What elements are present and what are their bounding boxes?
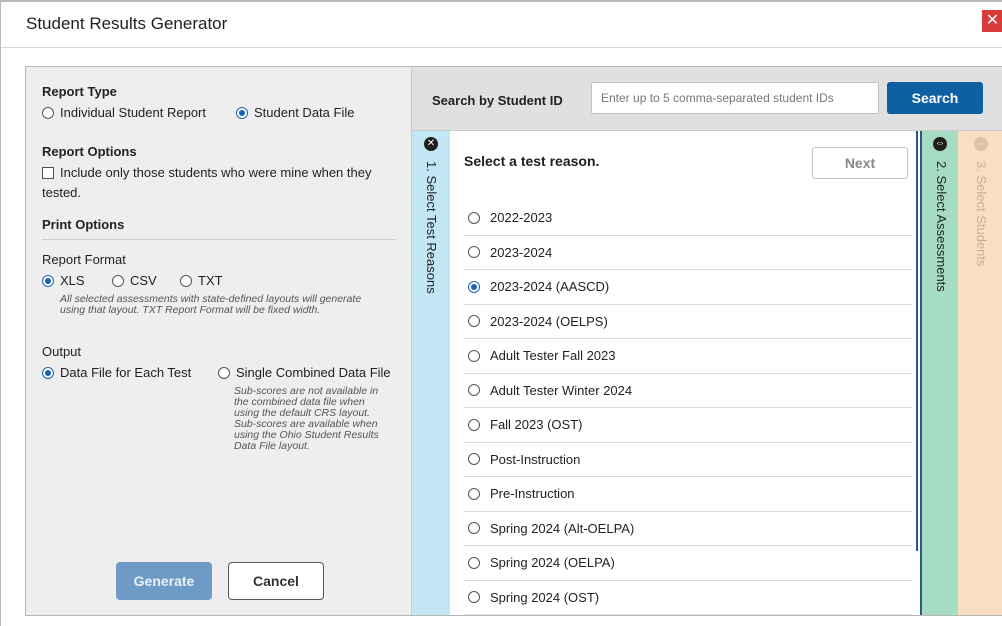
list-scrollbar[interactable] [916, 131, 918, 551]
radio-label: CSV [130, 273, 157, 288]
step-tab-select-test-reasons[interactable]: ✕ 1. Select Test Reasons [412, 131, 450, 615]
include-my-students-checkbox[interactable]: Include only those students who were min… [42, 165, 371, 180]
search-bar: Search by Student ID Enter up to 5 comma… [412, 67, 1002, 131]
step-tab-select-assessments[interactable]: ⇔ 2. Select Assessments [920, 131, 958, 615]
radio-single-combined-file[interactable]: Single Combined Data File [218, 365, 391, 380]
radio-selected-icon [236, 106, 248, 119]
radio-icon [468, 211, 480, 224]
radio-format-csv[interactable]: CSV [112, 273, 157, 288]
generate-button[interactable]: Generate [116, 562, 212, 600]
next-button[interactable]: Next [812, 147, 908, 179]
checkbox-icon [42, 166, 54, 179]
list-item-label: 2022-2023 [490, 210, 553, 226]
list-item-label: 2023-2024 (OELPS) [490, 313, 608, 329]
radio-label: Individual Student Report [60, 105, 206, 120]
radio-icon [468, 556, 480, 569]
list-item-label: Fall 2023 (OST) [490, 417, 583, 433]
student-results-dialog: Student Results Generator ✕ Report Type … [0, 0, 1002, 626]
radio-icon [468, 384, 480, 397]
radio-icon [468, 591, 480, 604]
radio-icon [468, 246, 480, 259]
radio-student-data-file[interactable]: Student Data File [236, 105, 354, 120]
list-item-label: Spring 2024 (Alt-OELPA) [490, 520, 635, 536]
cancel-button[interactable]: Cancel [228, 562, 324, 600]
radio-icon [112, 274, 124, 287]
print-options-heading: Print Options [42, 217, 125, 232]
radio-data-file-each-test[interactable]: Data File for Each Test [42, 365, 191, 380]
list-item-label: Pre-Instruction [490, 486, 575, 502]
output-label: Output [42, 344, 82, 359]
radio-icon [468, 418, 480, 431]
list-item[interactable]: Pre-Instruction [464, 477, 912, 512]
list-item[interactable]: 2023-2024 [464, 236, 912, 270]
radio-icon [468, 487, 480, 500]
options-panel: Report Type Individual Student Report St… [26, 67, 412, 615]
radio-label: Student Data File [254, 105, 355, 120]
list-item[interactable]: 2023-2024 (AASCD) [464, 270, 912, 305]
radio-label: Data File for Each Test [60, 365, 192, 380]
radio-label: Single Combined Data File [236, 365, 391, 380]
list-item[interactable]: Spring 2024 (OST) [464, 581, 912, 615]
list-item-label: Spring 2024 (OST) [490, 589, 600, 605]
radio-selected-icon [468, 280, 480, 293]
list-item[interactable]: Post-Instruction [464, 443, 912, 477]
test-reason-panel: Select a test reason. Next 2022-2023 202… [450, 131, 920, 615]
close-icon[interactable]: ✕ [424, 137, 438, 151]
list-item-label: Adult Tester Winter 2024 [490, 382, 633, 398]
list-item[interactable]: 2022-2023 [464, 201, 912, 236]
list-item[interactable]: Adult Tester Winter 2024 [464, 374, 912, 408]
checkbox-label-continued: tested. [42, 185, 82, 200]
list-item-label: Post-Instruction [490, 451, 581, 467]
radio-icon [468, 453, 480, 466]
divider [42, 239, 396, 240]
radio-individual-student-report[interactable]: Individual Student Report [42, 105, 206, 120]
radio-label: TXT [198, 273, 223, 288]
list-item-label: 2023-2024 (AASCD) [490, 279, 610, 295]
test-reason-list: 2022-2023 2023-2024 2023-2024 (AASCD) 20… [464, 201, 912, 615]
dialog-title: Student Results Generator [26, 14, 228, 33]
dialog-titlebar: Student Results Generator ✕ [1, 2, 1002, 48]
search-label: Search by Student ID [432, 93, 563, 108]
dialog-content: Report Type Individual Student Report St… [25, 66, 1002, 616]
radio-format-xls[interactable]: XLS [42, 273, 85, 288]
radio-format-txt[interactable]: TXT [180, 273, 223, 288]
radio-label: XLS [60, 273, 85, 288]
output-note-line: Data File layout. [234, 440, 310, 452]
list-item-label: Adult Tester Fall 2023 [490, 348, 616, 364]
expand-arrows-icon: ⇔ [974, 137, 988, 151]
radio-icon [42, 106, 54, 119]
radio-icon [468, 315, 480, 328]
list-item-label: 2023-2024 [490, 244, 553, 260]
list-item[interactable]: Spring 2024 (Alt-OELPA) [464, 512, 912, 546]
radio-selected-icon [42, 274, 54, 287]
radio-icon [218, 366, 230, 379]
radio-icon [180, 274, 192, 287]
report-type-heading: Report Type [42, 84, 117, 99]
list-item[interactable]: Adult Tester Fall 2023 [464, 339, 912, 374]
step-label: 1. Select Test Reasons [424, 161, 439, 294]
list-item[interactable]: Fall 2023 (OST) [464, 408, 912, 443]
search-button[interactable]: Search [887, 82, 983, 114]
checkbox-label: Include only those students who were min… [60, 165, 372, 180]
list-item-label: Spring 2024 (OELPA) [490, 555, 615, 571]
radio-icon [468, 349, 480, 362]
test-reason-heading: Select a test reason. [464, 153, 600, 169]
student-id-search-input[interactable]: Enter up to 5 comma-separated student ID… [591, 82, 879, 114]
close-icon[interactable]: ✕ [982, 10, 1002, 32]
step-label: 3. Select Students [974, 161, 989, 267]
report-options-heading: Report Options [42, 144, 137, 159]
report-format-label: Report Format [42, 252, 126, 267]
radio-selected-icon [42, 366, 54, 379]
format-note-line-2: using that layout. TXT Report Format wil… [60, 304, 321, 316]
radio-icon [468, 522, 480, 535]
list-item[interactable]: 2023-2024 (OELPS) [464, 305, 912, 339]
list-item[interactable]: Spring 2024 (OELPA) [464, 546, 912, 581]
step-tab-select-students: ⇔ 3. Select Students [958, 131, 1002, 615]
step-label: 2. Select Assessments [934, 161, 949, 292]
expand-arrows-icon[interactable]: ⇔ [933, 137, 947, 151]
